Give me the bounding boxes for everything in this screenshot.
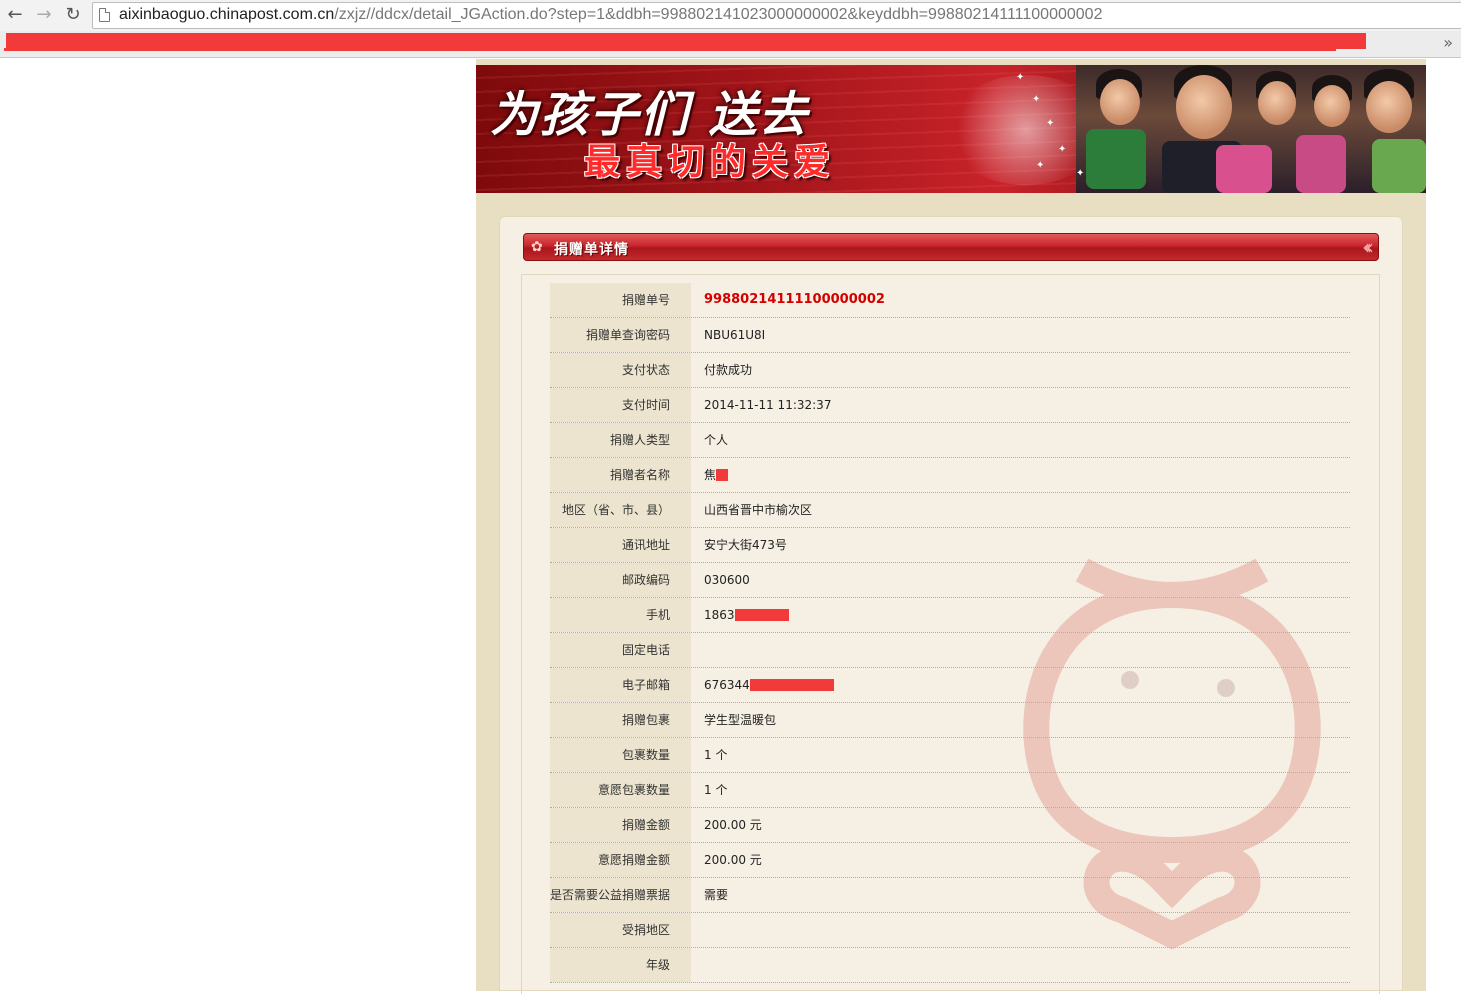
redaction-block bbox=[4, 48, 1336, 51]
table-row: 捐赠金额 200.00 元 bbox=[550, 808, 1350, 843]
row-value: 1863 bbox=[704, 608, 735, 622]
section-title: 捐赠单详情 bbox=[554, 242, 629, 258]
header-banner: ✦ ✦ ✦ ✦ ✦ ✦ 为孩子们 送去 最真切的关爱 bbox=[476, 65, 1426, 193]
table-row: 通讯地址 安宁大街473号 bbox=[550, 528, 1350, 563]
table-row: 电子邮箱 676344 bbox=[550, 668, 1350, 703]
row-value: 安宁大街473号 bbox=[704, 538, 787, 552]
table-row: 包裹数量 1 个 bbox=[550, 738, 1350, 773]
ornament-icon: ✿ bbox=[531, 239, 543, 255]
row-value: 山西省晋中市榆次区 bbox=[704, 503, 813, 517]
table-row: 支付时间 2014-11-11 11:32:37 bbox=[550, 388, 1350, 423]
row-label: 捐赠单查询密码 bbox=[550, 318, 691, 352]
reload-icon[interactable]: ↻ bbox=[62, 4, 84, 26]
redaction-block bbox=[749, 678, 834, 691]
row-value bbox=[691, 948, 1350, 982]
table-row: 意愿包裹数量 1 个 bbox=[550, 773, 1350, 808]
row-label: 电子邮箱 bbox=[550, 668, 691, 702]
row-value: 200.00 元 bbox=[704, 818, 762, 832]
detail-table: 捐赠单号 99880214111100000002 捐赠单查询密码 NBU61U… bbox=[521, 274, 1380, 994]
page-content: ✦ ✦ ✦ ✦ ✦ ✦ 为孩子们 送去 最真切的关爱 ✿ 捐赠单详情 ‹‹‹ 捐… bbox=[476, 59, 1426, 994]
row-value: 676344 bbox=[704, 678, 750, 692]
row-label: 邮政编码 bbox=[550, 563, 691, 597]
row-label: 捐赠人类型 bbox=[550, 423, 691, 457]
browser-toolbar: ← → ↻ aixinbaoguo.chinapost.com.cn/zxjz/… bbox=[0, 0, 1461, 31]
row-value: 学生型温暖包 bbox=[704, 713, 777, 727]
table-row: 是否需要公益捐赠票据 需要 bbox=[550, 878, 1350, 913]
row-label: 捐赠金额 bbox=[550, 808, 691, 842]
redaction-block bbox=[734, 608, 789, 621]
row-label: 包裹数量 bbox=[550, 738, 691, 772]
table-row: 手机 1863 bbox=[550, 598, 1350, 633]
row-label: 支付状态 bbox=[550, 353, 691, 387]
table-row: 捐赠单号 99880214111100000002 bbox=[550, 283, 1350, 318]
section-header: ✿ 捐赠单详情 ‹‹‹ bbox=[523, 233, 1379, 261]
page-icon bbox=[99, 8, 110, 22]
table-row: 邮政编码 030600 bbox=[550, 563, 1350, 598]
row-value: NBU61U8I bbox=[704, 328, 766, 342]
forward-arrow-icon[interactable]: → bbox=[33, 4, 55, 26]
row-value: 付款成功 bbox=[704, 363, 753, 377]
url-text[interactable]: aixinbaoguo.chinapost.com.cn/zxjz//ddcx/… bbox=[119, 6, 1102, 24]
row-label: 受捐地区 bbox=[550, 913, 691, 947]
detail-panel: ✿ 捐赠单详情 ‹‹‹ 捐赠单号 99880214111100000002 捐赠… bbox=[499, 216, 1403, 994]
row-label: 通讯地址 bbox=[550, 528, 691, 562]
row-value-wrap: 676344 bbox=[691, 668, 1350, 702]
table-row: 年级 bbox=[550, 948, 1350, 983]
table-row: 意愿捐赠金额 200.00 元 bbox=[550, 843, 1350, 878]
redaction-block bbox=[6, 33, 1366, 49]
url-path: /zxjz//ddcx/detail_JGAction.do?step=1&dd… bbox=[334, 6, 1103, 23]
row-label: 支付时间 bbox=[550, 388, 691, 422]
children-photo bbox=[1076, 65, 1426, 193]
row-label: 捐赠者名称 bbox=[550, 458, 691, 492]
row-value: 个人 bbox=[704, 433, 729, 447]
row-value: 1 个 bbox=[704, 748, 728, 762]
table-row: 支付状态 付款成功 bbox=[550, 353, 1350, 388]
row-label: 手机 bbox=[550, 598, 691, 632]
row-value-wrap: 1863 bbox=[691, 598, 1350, 632]
row-value: 030600 bbox=[704, 573, 750, 587]
row-label: 年级 bbox=[550, 948, 691, 982]
table-row: 捐赠包裹 学生型温暖包 bbox=[550, 703, 1350, 738]
detail-rows: 捐赠单号 99880214111100000002 捐赠单查询密码 NBU61U… bbox=[550, 283, 1350, 983]
row-value: 99880214111100000002 bbox=[704, 292, 885, 307]
row-value: 1 个 bbox=[704, 783, 728, 797]
row-value bbox=[691, 633, 1350, 667]
row-label: 是否需要公益捐赠票据 bbox=[550, 878, 691, 912]
table-row: 捐赠人类型 个人 bbox=[550, 423, 1350, 458]
row-label: 意愿捐赠金额 bbox=[550, 843, 691, 877]
double-chevron-left-icon: ‹‹‹ bbox=[1362, 235, 1374, 259]
row-label: 捐赠单号 bbox=[550, 283, 691, 317]
table-row: 固定电话 bbox=[550, 633, 1350, 668]
row-label: 固定电话 bbox=[550, 633, 691, 667]
row-value: 2014-11-11 11:32:37 bbox=[704, 398, 832, 412]
address-bar[interactable]: aixinbaoguo.chinapost.com.cn/zxjz//ddcx/… bbox=[92, 2, 1461, 29]
row-label: 捐赠包裹 bbox=[550, 703, 691, 737]
row-value: 焦 bbox=[704, 468, 717, 482]
row-value: 200.00 元 bbox=[704, 853, 762, 867]
row-label: 意愿包裹数量 bbox=[550, 773, 691, 807]
row-value-wrap: 焦 bbox=[691, 458, 1350, 492]
url-host: aixinbaoguo.chinapost.com.cn bbox=[119, 6, 335, 23]
back-arrow-icon[interactable]: ← bbox=[4, 4, 26, 26]
banner-slogan-line2: 最真切的关爱 bbox=[584, 141, 837, 183]
row-value: 需要 bbox=[704, 888, 729, 902]
table-row: 捐赠者名称 焦 bbox=[550, 458, 1350, 493]
table-row: 捐赠单查询密码 NBU61U8I bbox=[550, 318, 1350, 353]
table-row: 地区（省、市、县） 山西省晋中市榆次区 bbox=[550, 493, 1350, 528]
row-value bbox=[691, 913, 1350, 947]
table-row: 受捐地区 bbox=[550, 913, 1350, 948]
redaction-block bbox=[716, 468, 729, 481]
row-label: 地区（省、市、县） bbox=[550, 493, 691, 527]
bookmarks-overflow-icon[interactable]: » bbox=[1443, 33, 1453, 52]
